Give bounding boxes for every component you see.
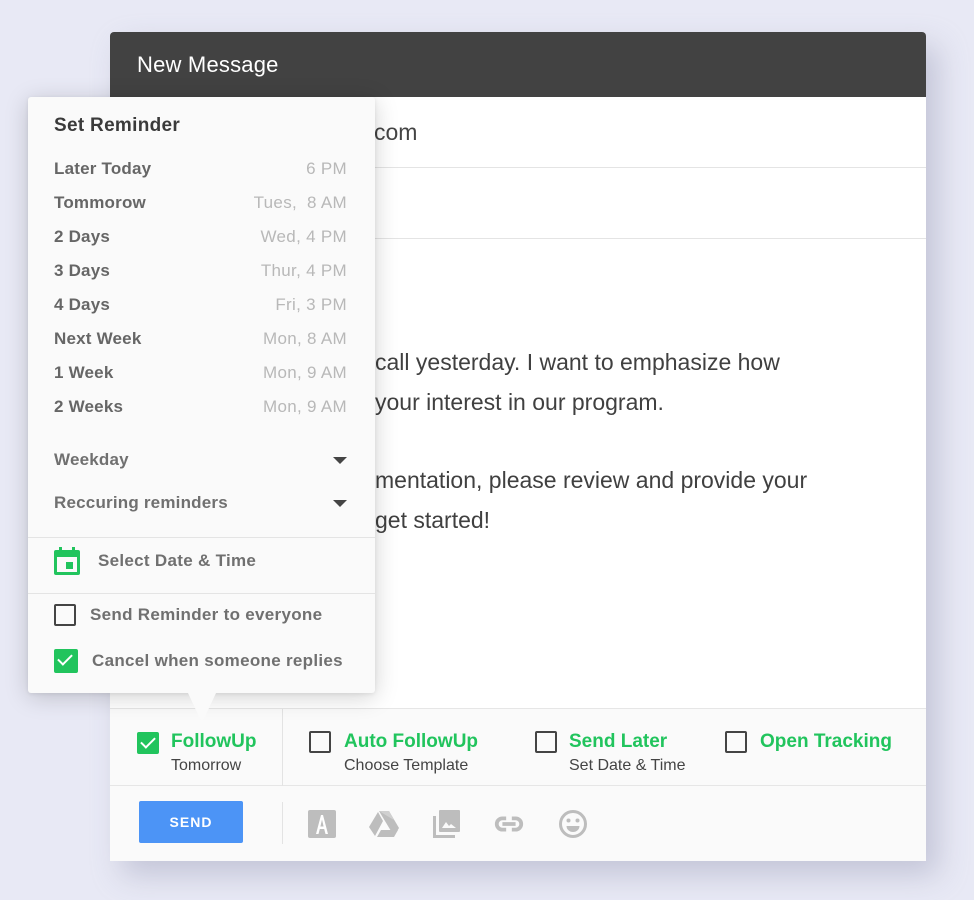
reminder-option-time: Mon, 9 AM — [263, 363, 347, 382]
reminder-option[interactable]: Tommorow Tues, 8 AM — [54, 189, 347, 217]
caret-down-icon — [333, 499, 347, 507]
weekday-dropdown[interactable]: Weekday — [54, 446, 351, 474]
followup-label: FollowUp — [171, 731, 257, 752]
option-open-tracking[interactable]: Open Tracking — [715, 709, 925, 787]
followup-sublabel: Tomorrow — [171, 757, 242, 774]
send-later-label: Send Later — [569, 731, 668, 752]
open-tracking-checkbox[interactable] — [725, 731, 747, 753]
weekday-dropdown-label: Weekday — [54, 450, 129, 469]
reminder-option[interactable]: 2 Days Wed, 4 PM — [54, 223, 347, 251]
reminder-option-label: 2 Days — [54, 227, 111, 246]
reminder-option-label: 4 Days — [54, 295, 111, 314]
popup-divider — [28, 537, 375, 538]
compose-footer: SEND — [110, 786, 926, 861]
send-reminder-everyone-label: Send Reminder to everyone — [90, 605, 323, 624]
reminder-option-time: Thur, 4 PM — [260, 261, 347, 280]
send-later-checkbox[interactable] — [535, 731, 557, 753]
compose-titlebar: New Message — [110, 32, 926, 97]
option-send-later[interactable]: Send Later Set Date & Time — [508, 709, 718, 787]
reminder-option[interactable]: 2 Weeks Mon, 9 AM — [54, 393, 347, 421]
reminder-option-time: Tues, 8 AM — [253, 193, 347, 212]
reminder-option[interactable]: Later Today 6 PM — [54, 155, 347, 183]
send-reminder-everyone-option[interactable]: Send Reminder to everyone — [54, 604, 322, 626]
footer-divider — [282, 802, 283, 844]
emoji-icon[interactable] — [557, 808, 589, 840]
reminder-option[interactable]: Next Week Mon, 8 AM — [54, 325, 347, 353]
followup-checkbox[interactable] — [137, 732, 159, 754]
cancel-on-reply-label: Cancel when someone replies — [92, 651, 343, 670]
reminder-option-time: 6 PM — [306, 159, 347, 178]
send-reminder-everyone-checkbox[interactable] — [54, 604, 76, 626]
reminder-option-label: 2 Weeks — [54, 397, 124, 416]
reminder-option[interactable]: 3 Days Thur, 4 PM — [54, 257, 347, 285]
auto-followup-label: Auto FollowUp — [344, 731, 479, 752]
recurring-reminders-label: Reccuring reminders — [54, 493, 228, 512]
format-text-icon[interactable] — [306, 808, 338, 840]
reminder-option-label: 3 Days — [54, 261, 111, 280]
reminder-option-time: Fri, 3 PM — [275, 295, 347, 314]
open-tracking-label: Open Tracking — [760, 731, 892, 752]
insert-link-icon[interactable] — [493, 808, 525, 840]
auto-followup-sublabel: Choose Template — [344, 757, 469, 774]
reminder-option-time: Mon, 9 AM — [263, 397, 347, 416]
send-later-sublabel: Set Date & Time — [569, 757, 686, 774]
to-field-value: com — [374, 118, 418, 145]
reminder-option-label: Later Today — [54, 159, 152, 178]
reminder-option-time: Wed, 4 PM — [260, 227, 347, 246]
google-drive-icon[interactable] — [368, 808, 400, 840]
auto-followup-checkbox[interactable] — [309, 731, 331, 753]
reminder-option[interactable]: 4 Days Fri, 3 PM — [54, 291, 347, 319]
insert-photo-icon[interactable] — [430, 808, 462, 840]
caret-down-icon — [333, 456, 347, 464]
compose-title: New Message — [137, 51, 279, 77]
cancel-on-reply-option[interactable]: Cancel when someone replies — [54, 649, 343, 673]
recurring-reminders-dropdown[interactable]: Reccuring reminders — [54, 489, 351, 517]
popup-title: Set Reminder — [54, 115, 181, 136]
calendar-icon — [54, 547, 80, 575]
option-auto-followup[interactable]: Auto FollowUp Choose Template — [283, 709, 508, 787]
reminder-option-label: Next Week — [54, 329, 142, 348]
reminder-option-time: Mon, 8 AM — [263, 329, 347, 348]
reminder-option-label: 1 Week — [54, 363, 114, 382]
set-reminder-popup: Set Reminder Later Today 6 PM Tommorow T… — [28, 97, 375, 723]
cancel-on-reply-checkbox[interactable] — [54, 649, 78, 673]
options-bar: FollowUp Tomorrow Auto FollowUp Choose T… — [110, 708, 926, 786]
send-button[interactable]: SEND — [139, 801, 243, 843]
select-date-time-label: Select Date & Time — [98, 551, 257, 570]
reminder-option[interactable]: 1 Week Mon, 9 AM — [54, 359, 347, 387]
reminder-option-label: Tommorow — [54, 193, 146, 212]
select-date-time-button[interactable]: Select Date & Time — [54, 547, 256, 575]
popup-divider — [28, 593, 375, 594]
